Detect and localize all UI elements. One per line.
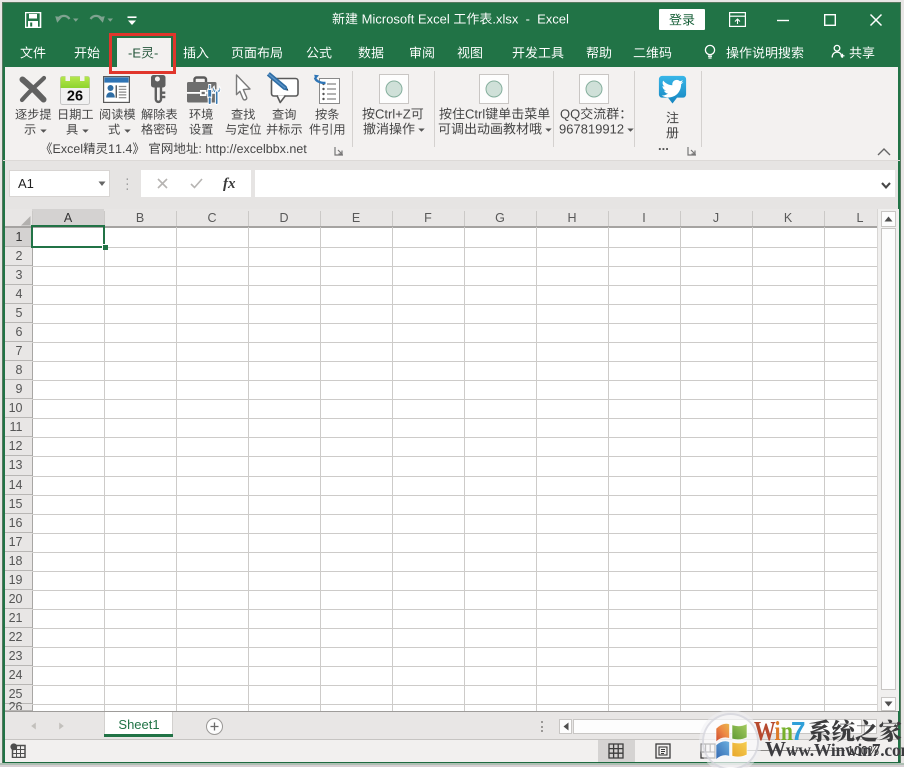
svg-text:26: 26 (67, 89, 83, 105)
